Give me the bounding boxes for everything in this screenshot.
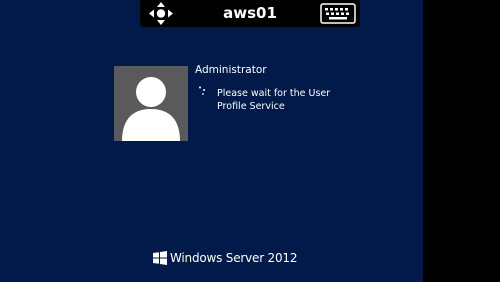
move-arrows-icon[interactable]	[148, 1, 174, 26]
host-name: aws01	[223, 4, 277, 22]
product-brand: Windows Server 2012	[170, 251, 298, 265]
user-avatar	[114, 66, 188, 141]
user-name: Administrator	[195, 64, 267, 76]
user-silhouette-icon	[122, 77, 180, 141]
login-screen: aws01 Administrator Please wait for the …	[0, 0, 423, 282]
keyboard-icon[interactable]	[320, 3, 356, 24]
loading-spinner-icon	[199, 86, 205, 95]
windows-logo-icon	[153, 251, 167, 265]
remote-toolbar: aws01	[140, 0, 360, 27]
status-message: Please wait for the User Profile Service	[217, 88, 331, 112]
letterbox-bar	[423, 0, 500, 282]
